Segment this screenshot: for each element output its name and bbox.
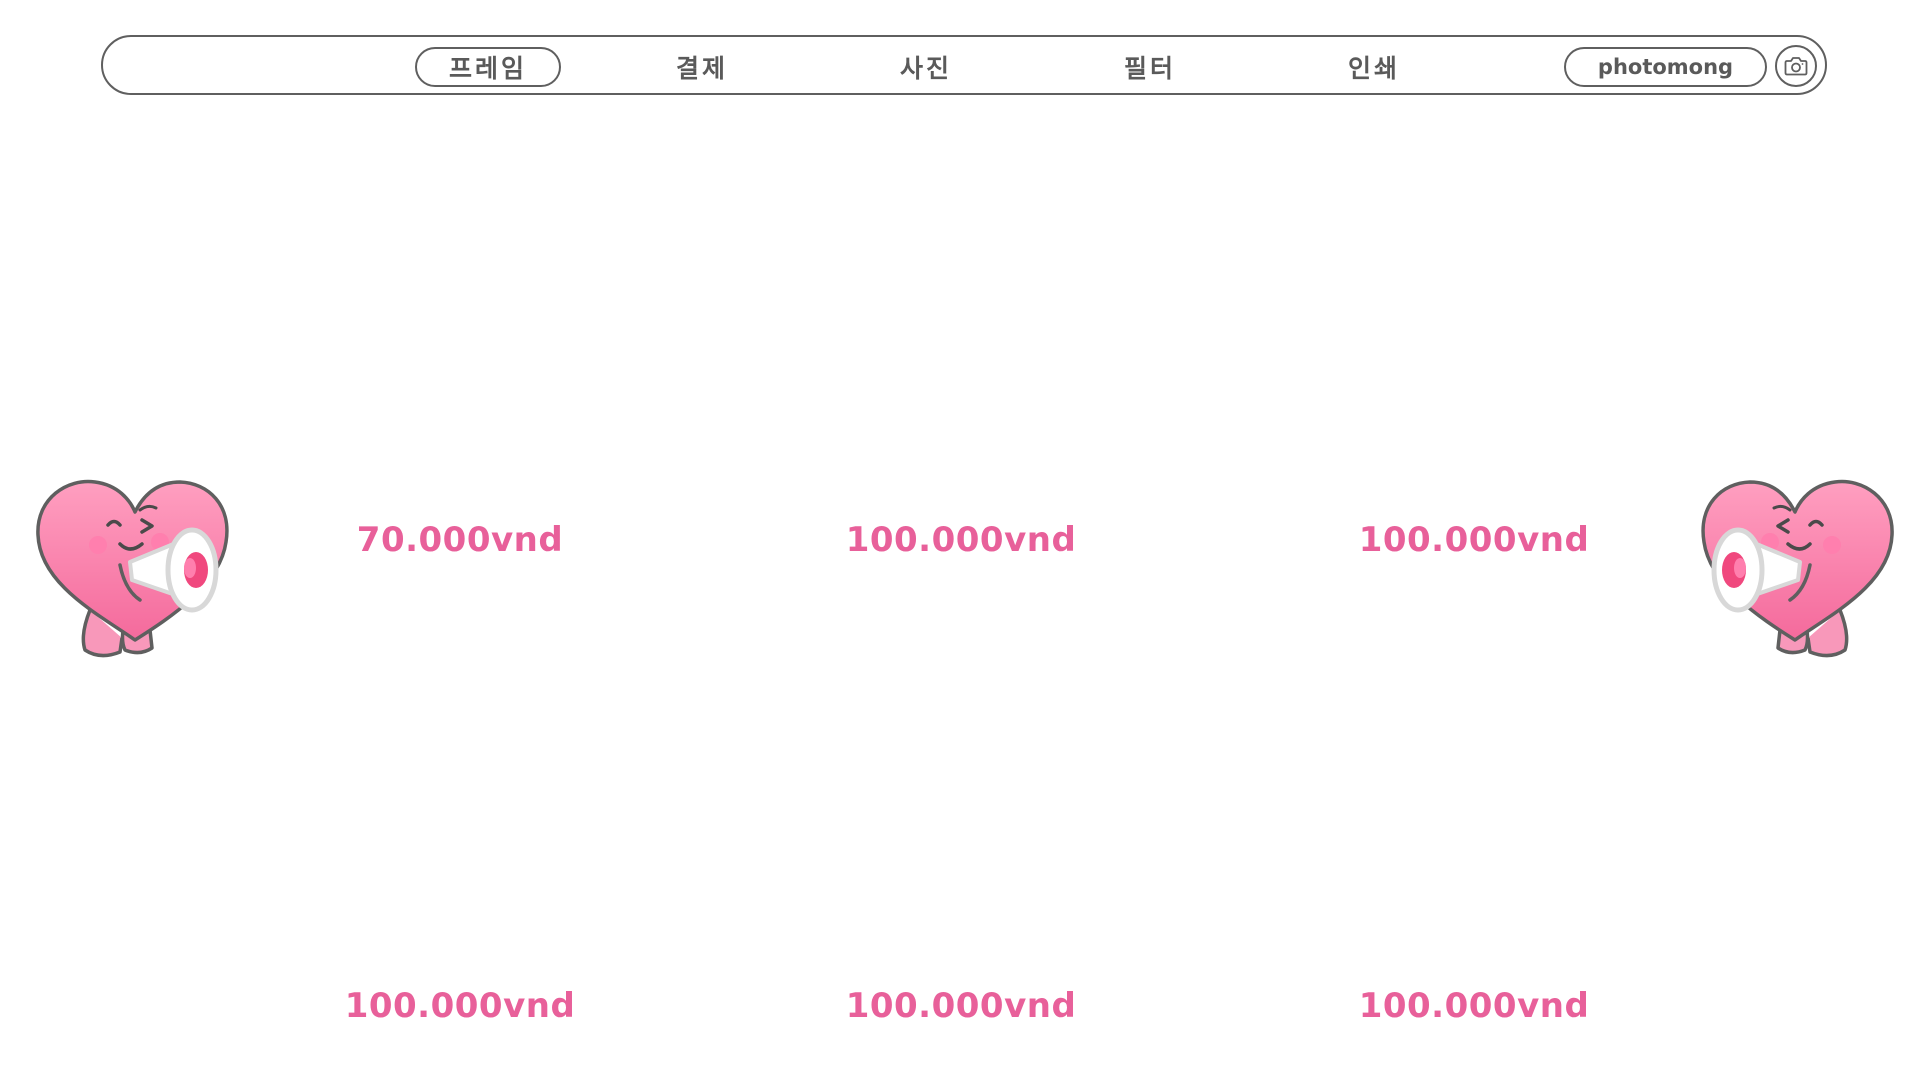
brand-button[interactable]: photomong	[1564, 47, 1767, 87]
camera-button[interactable]	[1775, 45, 1817, 87]
tab-filter[interactable]: 필터	[1095, 47, 1205, 87]
camera-icon	[1784, 57, 1808, 76]
frame-selection-screen: 프레임 결제 사진 필터 인쇄 photomong 70.000vnd 100.…	[0, 0, 1920, 1080]
frame-option-price[interactable]: 100.000vnd	[846, 520, 1077, 560]
tab-payment[interactable]: 결제	[647, 47, 757, 87]
frame-option-price[interactable]: 100.000vnd	[1359, 520, 1590, 560]
top-navigation-bar: 프레임 결제 사진 필터 인쇄 photomong	[101, 35, 1827, 95]
frame-option-price[interactable]: 100.000vnd	[846, 986, 1077, 1026]
tab-photo[interactable]: 사진	[871, 47, 981, 87]
tab-print[interactable]: 인쇄	[1319, 47, 1429, 87]
frame-option-price[interactable]: 70.000vnd	[357, 520, 563, 560]
frame-option-price[interactable]: 100.000vnd	[1359, 986, 1590, 1026]
heart-megaphone-mascot-left	[36, 479, 229, 658]
tab-frame[interactable]: 프레임	[415, 47, 561, 87]
frame-option-price[interactable]: 100.000vnd	[345, 986, 576, 1026]
heart-megaphone-mascot-right	[1701, 479, 1894, 658]
